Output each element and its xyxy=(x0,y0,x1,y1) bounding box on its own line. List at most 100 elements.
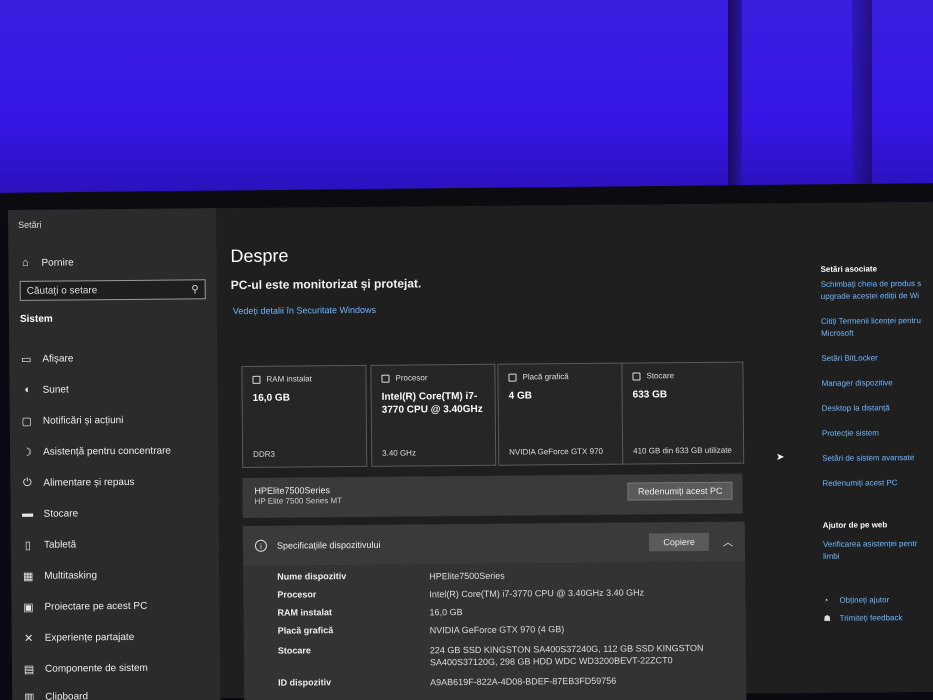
device-specs-title: Specificațiile dispozitivului xyxy=(276,539,381,551)
license-terms-link-line2[interactable]: Microsoft xyxy=(821,328,854,340)
device-specs-body: Nume dispozitiv HPElite7500Series Proces… xyxy=(243,561,747,700)
sidebar-item-label: Stocare xyxy=(43,507,79,520)
device-specs-header[interactable]: i Specificațiile dispozitivului Copiere … xyxy=(242,521,746,566)
feedback-label: Trimiteți feedback xyxy=(839,613,903,623)
sidebar-item-home[interactable]: ⌂ Pornire xyxy=(18,253,74,271)
card-title: RAM instalat xyxy=(266,374,312,384)
search-placeholder: Căutați o setare xyxy=(26,284,98,297)
sidebar-item-display[interactable]: ▭ Afișare xyxy=(19,349,73,367)
power-icon: ⏻ xyxy=(22,476,32,489)
mouse-cursor-icon: ➤ xyxy=(776,452,785,463)
change-product-key-link[interactable]: Schimbați cheia de produs s xyxy=(821,278,922,291)
search-icon: ⚲ xyxy=(191,283,199,295)
protection-status: PC-ul este monitorizat și protejat. xyxy=(230,276,422,293)
multitasking-icon: ▦ xyxy=(22,570,34,583)
window-title: Setări xyxy=(18,219,42,230)
language-support-link[interactable]: Verificarea asistenței pentr xyxy=(823,538,917,551)
sidebar-item-focus-assist[interactable]: ☽ Asistență pentru concentrare xyxy=(20,442,171,461)
license-terms-link[interactable]: Citiți Termenii licenței pentru xyxy=(821,315,921,328)
search-input[interactable]: Căutați o setare ⚲ xyxy=(19,279,206,301)
security-details-link[interactable]: Vedeți detalii în Securitate Windows xyxy=(233,305,376,316)
card-title: Procesor xyxy=(395,373,428,383)
home-icon: ⌂ xyxy=(22,256,29,269)
storage-icon: ▬ xyxy=(22,507,34,520)
sidebar-item-storage[interactable]: ▬ Stocare xyxy=(21,504,79,523)
sidebar-item-label: Multitasking xyxy=(44,569,98,582)
sidebar-item-label: Clipboard xyxy=(45,690,89,700)
rename-pc-link[interactable]: Redenumiți acest PC xyxy=(822,477,897,490)
sidebar-item-power[interactable]: ⏻ Alimentare și repaus xyxy=(20,473,135,492)
spec-value: NVIDIA GeForce GTX 970 (4 GB) xyxy=(429,624,565,636)
storage-card-icon xyxy=(632,371,641,381)
device-manager-link[interactable]: Manager dispozitive xyxy=(821,377,893,390)
processor-icon xyxy=(381,374,390,383)
wall-shadow xyxy=(852,0,872,200)
shared-experiences-icon: ✕ xyxy=(24,632,34,645)
chevron-up-icon[interactable]: ︿ xyxy=(723,534,733,549)
sidebar-item-notifications[interactable]: ▢ Notificări și acțiuni xyxy=(20,411,124,430)
main-content: Despre PC-ul este monitorizat și proteja… xyxy=(228,203,832,700)
advanced-system-settings-link[interactable]: Setări de sistem avansate xyxy=(822,452,914,465)
info-icon: i xyxy=(254,539,267,552)
spec-key: Placă grafică xyxy=(277,625,334,636)
display-icon: ▭ xyxy=(21,353,32,366)
card-value: 16,0 GB xyxy=(252,392,290,404)
sidebar-item-sound[interactable]: ◖ Sunet xyxy=(19,380,69,398)
system-components-icon: ▤ xyxy=(23,663,35,676)
language-support-link-line2[interactable]: limbi xyxy=(823,551,840,563)
gpu-card: Placă grafică 4 GB NVIDIA GeForce GTX 97… xyxy=(497,362,624,466)
sidebar-item-multitasking[interactable]: ▦ Multitasking xyxy=(21,566,97,585)
wall-shadow xyxy=(728,0,742,200)
card-value: 4 GB xyxy=(508,390,533,402)
sidebar: Setări ⌂ Pornire Căutați o setare ⚲ Sist… xyxy=(8,208,221,700)
spec-value: 16,0 GB xyxy=(429,607,463,618)
related-settings-title: Setări asociate xyxy=(820,264,878,274)
copy-button[interactable]: Copiere xyxy=(649,532,710,552)
change-product-key-link-line2[interactable]: upgrade acestei ediții de Wi xyxy=(821,290,919,303)
page-title: Despre xyxy=(230,245,289,267)
web-help-title: Ajutor de pe web xyxy=(822,520,888,530)
system-protection-link[interactable]: Protecție sistem xyxy=(822,427,879,439)
bitlocker-link[interactable]: Setări BitLocker xyxy=(821,352,878,364)
rename-pc-button[interactable]: Redenumiți acest PC xyxy=(627,481,733,501)
settings-window: Setări ⌂ Pornire Căutați o setare ⚲ Sist… xyxy=(8,201,933,700)
spec-value: HPElite7500Series xyxy=(429,570,505,582)
sidebar-item-tablet[interactable]: ▯ Tabletă xyxy=(21,535,76,553)
sidebar-item-projecting[interactable]: ▣ Proiectare pe acest PC xyxy=(21,597,147,616)
background-wall xyxy=(0,0,933,200)
sound-icon: ◖ xyxy=(23,383,30,396)
sidebar-item-clipboard[interactable]: ▥ Clipboard xyxy=(22,687,88,700)
spec-value: Intel(R) Core(TM) i7-3770 CPU @ 3.40GHz … xyxy=(429,587,645,600)
get-help-link[interactable]: ◔ Obțineți ajutor xyxy=(823,594,889,607)
spec-key: RAM instalat xyxy=(277,607,333,618)
ram-icon xyxy=(252,375,261,384)
card-foot: NVIDIA GeForce GTX 970 xyxy=(509,446,603,457)
sidebar-item-label: Proiectare pe acest PC xyxy=(44,600,148,613)
sidebar-item-label: Tabletă xyxy=(43,538,77,551)
sidebar-item-system-components[interactable]: ▤ Componente de sistem xyxy=(22,659,148,678)
remote-desktop-link[interactable]: Desktop la distanță xyxy=(822,402,890,415)
spec-value: 224 GB SSD KINGSTON SA400S37240G, 112 GB… xyxy=(429,642,704,668)
sidebar-item-label: Alimentare și repaus xyxy=(43,476,135,489)
storage-card: Stocare 633 GB 410 GB din 633 GB utiliza… xyxy=(621,361,745,465)
gpu-icon xyxy=(508,373,517,382)
processor-card: Procesor Intel(R) Core(TM) i7-3770 CPU @… xyxy=(370,363,497,467)
projecting-icon: ▣ xyxy=(23,601,34,614)
feedback-link[interactable]: ☗ Trimiteți feedback xyxy=(824,612,903,625)
sidebar-item-label: Notificări și acțiuni xyxy=(42,414,124,427)
card-value: 633 GB xyxy=(632,389,668,401)
sidebar-item-label: Componente de sistem xyxy=(44,662,148,675)
sidebar-item-label: Pornire xyxy=(41,256,74,269)
focus-assist-icon: ☽ xyxy=(22,446,33,459)
sidebar-item-shared-experiences[interactable]: ✕ Experiențe partajate xyxy=(22,628,135,647)
card-value: Intel(R) Core(TM) i7-3770 CPU @ 3.40GHz xyxy=(381,390,483,416)
card-title: Stocare xyxy=(646,371,675,381)
sidebar-item-label: Afișare xyxy=(42,352,74,365)
sidebar-item-label: Experiențe partajate xyxy=(44,631,135,644)
card-foot: DDR3 xyxy=(253,449,275,459)
ram-card: RAM instalat 16,0 GB DDR3 xyxy=(241,364,368,468)
chat-icon: ◔ xyxy=(823,595,829,605)
notifications-icon: ▢ xyxy=(21,415,33,428)
tablet-icon: ▯ xyxy=(24,539,32,552)
card-foot: 3.40 GHz xyxy=(382,448,416,458)
